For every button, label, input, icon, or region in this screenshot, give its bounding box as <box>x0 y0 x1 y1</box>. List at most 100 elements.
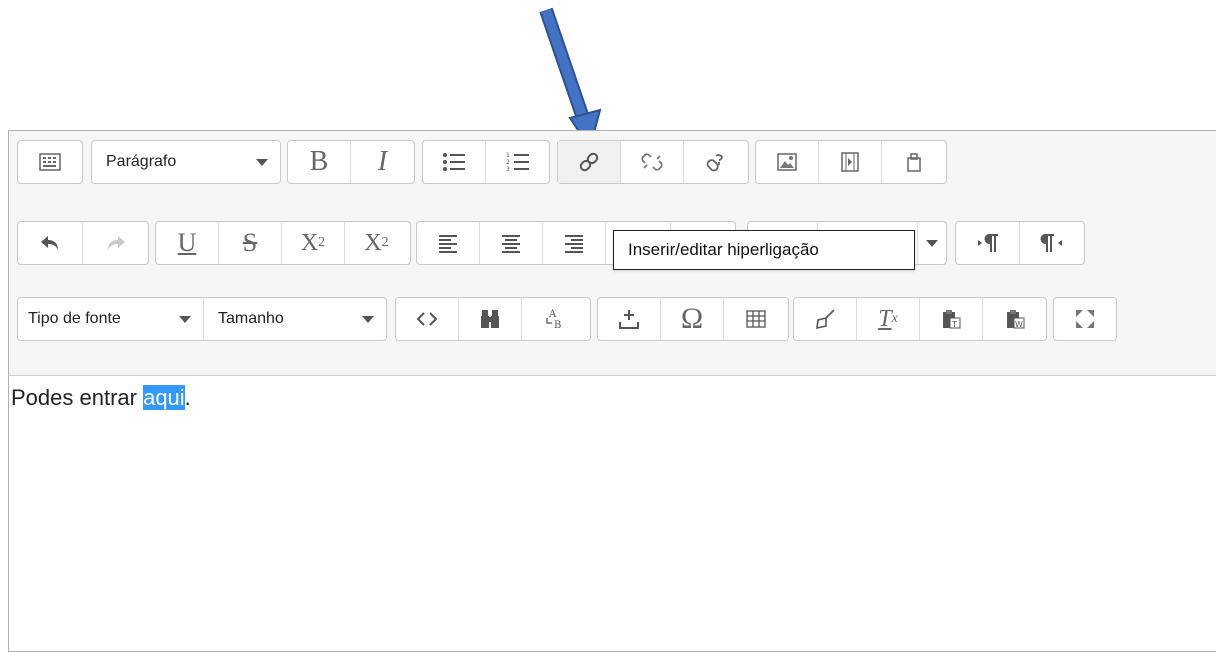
numbered-list-icon: 123 <box>506 152 529 173</box>
paste-text-button[interactable]: T <box>920 298 983 340</box>
rtl-button[interactable] <box>1020 222 1084 264</box>
link-tooltip: Inserir/editar hiperligação <box>613 230 915 270</box>
insert-link-button[interactable] <box>558 141 621 183</box>
toolbar-toggle-button[interactable] <box>18 141 82 183</box>
ltr-button[interactable] <box>956 222 1020 264</box>
text-style-group: U S X2 X2 <box>155 221 411 265</box>
clear-formatting-label: T <box>878 305 892 332</box>
bullet-list-button[interactable] <box>423 141 486 183</box>
media-group <box>755 140 947 184</box>
unlink-icon <box>641 153 663 171</box>
insert-media-button[interactable] <box>819 141 882 183</box>
link-icon <box>579 152 599 172</box>
clear-formatting-button[interactable]: Tx <box>857 298 920 340</box>
content-text: Podes entrar <box>11 385 144 410</box>
svg-text:B: B <box>554 320 561 331</box>
format-group: Parágrafo <box>91 140 281 184</box>
insert-image-button[interactable] <box>756 141 819 183</box>
tooltip-text: Inserir/editar hiperligação <box>628 240 819 259</box>
align-right-button[interactable] <box>543 222 606 264</box>
keyboard-icon <box>39 153 61 171</box>
paragraph-format-select[interactable]: Parágrafo <box>92 141 280 183</box>
strikethrough-label: S <box>242 228 258 257</box>
superscript-button[interactable]: X2 <box>345 222 408 264</box>
unlink-button[interactable] <box>621 141 684 183</box>
upload-icon <box>619 310 639 329</box>
italic-label: I <box>377 146 388 177</box>
align-left-button[interactable] <box>417 222 480 264</box>
rich-text-editor: Parágrafo B I 123 U S X 2 X 2 Tipo de fo… <box>8 130 1216 652</box>
insert-line-button[interactable] <box>598 298 661 340</box>
bold-label: B <box>309 146 329 177</box>
editor-content-area[interactable]: Podes entrar aqui. <box>9 379 1216 651</box>
paste-word-icon: W <box>1006 310 1024 329</box>
manage-files-button[interactable] <box>882 141 945 183</box>
subscript-button[interactable]: X2 <box>282 222 345 264</box>
insert-table-button[interactable] <box>724 298 787 340</box>
table-icon <box>745 310 766 328</box>
rtl-paragraph-icon <box>1040 234 1062 252</box>
redo-button[interactable] <box>83 222 148 264</box>
undo-icon <box>41 236 58 250</box>
font-group: Tipo de fonte Tamanho <box>17 297 387 341</box>
broom-icon <box>816 309 835 330</box>
svg-text:T: T <box>951 320 957 329</box>
font-size-select[interactable]: Tamanho <box>204 298 386 340</box>
chevron-down-icon <box>256 158 268 166</box>
svg-text:1: 1 <box>506 152 510 159</box>
special-character-button[interactable]: Ω <box>661 298 724 340</box>
italic-button[interactable]: I <box>351 141 414 183</box>
fullscreen-group <box>1053 297 1117 341</box>
align-center-icon <box>502 235 520 253</box>
image-icon <box>777 153 797 171</box>
clean-html-button[interactable] <box>794 298 857 340</box>
align-left-icon <box>439 235 457 253</box>
superscript-label: X <box>364 229 382 256</box>
svg-text:3: 3 <box>506 166 510 173</box>
anchor-icon <box>706 154 723 172</box>
underline-button[interactable]: U <box>156 222 219 264</box>
find-button[interactable] <box>459 298 522 340</box>
fullscreen-icon <box>1076 310 1094 328</box>
ltr-paragraph-icon <box>977 234 998 252</box>
direction-group <box>955 221 1085 265</box>
font-size-label: Tamanho <box>218 310 284 327</box>
strikethrough-button[interactable]: S <box>219 222 282 264</box>
binoculars-icon <box>481 310 499 328</box>
film-icon <box>841 152 859 172</box>
font-family-select[interactable]: Tipo de fonte <box>18 298 204 340</box>
cleanup-group: Tx T W <box>793 297 1047 341</box>
svg-text:2: 2 <box>506 159 510 166</box>
link-group <box>557 140 749 184</box>
align-center-button[interactable] <box>480 222 543 264</box>
chevron-down-icon <box>926 239 938 247</box>
paste-text-icon: T <box>943 310 961 329</box>
source-code-button[interactable] <box>396 298 459 340</box>
list-group: 123 <box>422 140 550 184</box>
paragraph-format-label: Parágrafo <box>106 153 177 170</box>
selected-text: aqui <box>143 385 185 410</box>
clear-formatting-mark: x <box>891 311 898 326</box>
find-replace-icon: AB <box>545 309 561 331</box>
file-manager-icon <box>906 153 921 172</box>
underline-label: U <box>177 228 197 257</box>
align-right-icon <box>565 235 583 253</box>
subscript-mark: 2 <box>318 235 326 250</box>
anchor-button[interactable] <box>684 141 747 183</box>
svg-text:W: W <box>1015 320 1023 329</box>
paste-word-button[interactable]: W <box>983 298 1046 340</box>
bold-button[interactable]: B <box>288 141 351 183</box>
toolbar-toggle-group <box>17 140 83 184</box>
superscript-mark: 2 <box>381 235 389 250</box>
bold-italic-group: B I <box>287 140 415 184</box>
omega-label: Ω <box>680 302 704 335</box>
replace-button[interactable]: AB <box>522 298 585 340</box>
redo-icon <box>107 236 125 250</box>
subscript-label: X <box>300 229 319 256</box>
undo-button[interactable] <box>18 222 83 264</box>
fullscreen-button[interactable] <box>1054 298 1116 340</box>
bullet-list-icon <box>443 153 465 171</box>
styles-dropdown-button[interactable] <box>918 222 946 264</box>
numbered-list-button[interactable]: 123 <box>486 141 549 183</box>
font-family-label: Tipo de fonte <box>28 310 121 327</box>
